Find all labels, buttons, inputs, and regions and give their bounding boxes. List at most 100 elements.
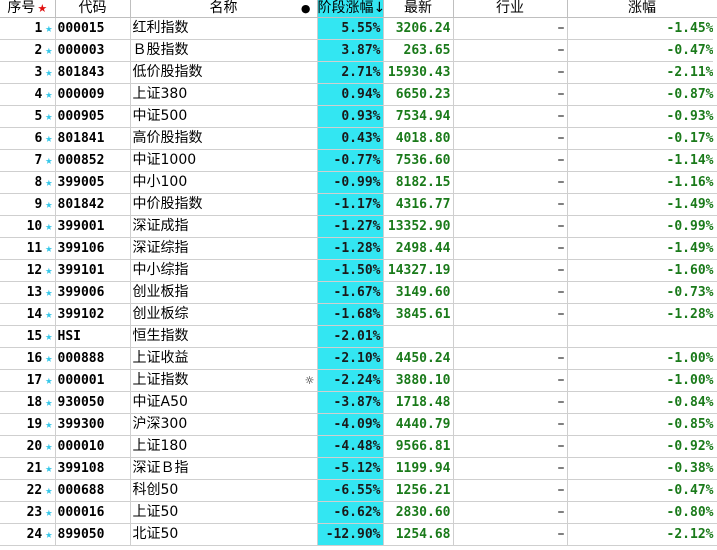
row-last-price (383, 325, 454, 348)
row-name-text: 上证50 (132, 504, 179, 520)
column-header-code[interactable]: 代码 (55, 0, 131, 18)
table-row[interactable]: 9 ★ 801842 中价股指数 -1.17% 4316.77– -1.49% (0, 193, 717, 216)
row-code: 000010 (55, 435, 131, 458)
column-header-period-change[interactable]: 阶段涨幅↓ (317, 0, 384, 18)
column-header-seq[interactable]: 序号 ★ (0, 0, 56, 18)
row-last-price: 13352.90 (383, 215, 454, 238)
star-icon[interactable]: ★ (45, 417, 52, 431)
row-name-text: 中证1000 (132, 152, 197, 168)
row-industry: – (453, 215, 568, 238)
column-header-industry[interactable]: 行业 (453, 0, 568, 18)
table-row[interactable]: 17 ★ 000001 上证指数 ☼ -2.24% 3880.10– -1.00% (0, 369, 717, 392)
row-change: -1.00% (567, 347, 717, 370)
star-icon[interactable]: ★ (45, 527, 52, 541)
table-row[interactable]: 23 ★ 000016 上证50 -6.62% 2830.60– -0.80% (0, 501, 717, 524)
table-row[interactable]: 24 ★ 899050 北证50 -12.90% 1254.68– -2.12% (0, 523, 717, 546)
row-period-change: -4.48% (317, 435, 384, 458)
star-icon[interactable]: ★ (45, 483, 52, 497)
row-change: -0.92% (567, 435, 717, 458)
row-seq-number: 6 (34, 131, 43, 146)
row-industry: – (453, 149, 568, 172)
table-row[interactable]: 7 ★ 000852 中证1000 -0.77% 7536.60– -1.14% (0, 149, 717, 172)
row-last-price: 3149.60 (383, 281, 454, 304)
star-icon[interactable]: ★ (45, 21, 52, 35)
row-period-change: -2.01% (317, 325, 384, 348)
star-icon[interactable]: ★ (45, 219, 52, 233)
star-icon[interactable]: ★ (45, 285, 52, 299)
table-row[interactable]: 14 ★ 399102 创业板综 -1.68% 3845.61– -1.28% (0, 303, 717, 326)
star-icon[interactable]: ★ (45, 395, 52, 409)
row-name-text: 北证50 (132, 526, 179, 542)
row-seq-number: 14 (26, 307, 43, 322)
scrollbar-edge[interactable] (713, 18, 717, 78)
star-icon[interactable]: ★ (45, 197, 52, 211)
star-icon[interactable]: ★ (45, 109, 52, 123)
row-seq: 24 ★ (0, 523, 56, 546)
table-row[interactable]: 18 ★ 930050 中证A50 -3.87% 1718.48– -0.84% (0, 391, 717, 414)
table-row[interactable]: 5 ★ 000905 中证500 0.93% 7534.94– -0.93% (0, 105, 717, 128)
table-row[interactable]: 10 ★ 399001 深证成指 -1.27% 13352.90– -0.99% (0, 215, 717, 238)
table-row[interactable]: 11 ★ 399106 深证综指 -1.28% 2498.44– -1.49% (0, 237, 717, 260)
table-row[interactable]: 8 ★ 399005 中小100 -0.99% 8182.15– -1.16% (0, 171, 717, 194)
star-icon[interactable]: ★ (45, 175, 52, 189)
row-industry: – (453, 391, 568, 414)
row-period-change: 0.93% (317, 105, 384, 128)
row-period-change: -3.87% (317, 391, 384, 414)
star-icon[interactable]: ★ (45, 263, 52, 277)
star-icon[interactable]: ★ (45, 351, 52, 365)
row-last-price: 7534.94 (383, 105, 454, 128)
row-period-change: -6.55% (317, 479, 384, 502)
row-industry: – (453, 39, 568, 62)
column-header-last[interactable]: 最新 (383, 0, 454, 18)
row-industry: – (453, 369, 568, 392)
row-last-price: 9566.81 (383, 435, 454, 458)
row-name: 红利指数 (130, 17, 318, 40)
star-icon[interactable]: ★ (45, 307, 52, 321)
table-row[interactable]: 22 ★ 000688 科创50 -6.55% 1256.21– -0.47% (0, 479, 717, 502)
row-industry: – (453, 479, 568, 502)
table-row[interactable]: 15 ★ HSI 恒生指数 -2.01% (0, 325, 717, 348)
star-icon[interactable]: ★ (45, 131, 52, 145)
row-period-change: 2.71% (317, 61, 384, 84)
table-row[interactable]: 1 ★ 000015 红利指数 5.55% 3206.24– -1.45% (0, 17, 717, 40)
row-code: 801843 (55, 61, 131, 84)
column-header-name[interactable]: 名称 ● (130, 0, 318, 18)
row-name-text: Ｂ股指数 (132, 42, 189, 58)
star-icon[interactable]: ★ (45, 373, 52, 387)
row-name-text: 深证Ｂ指 (132, 460, 189, 476)
table-row[interactable]: 4 ★ 000009 上证380 0.94% 6650.23– -0.87% (0, 83, 717, 106)
table-row[interactable]: 19 ★ 399300 沪深300 -4.09% 4440.79– -0.85% (0, 413, 717, 436)
row-period-change: 5.55% (317, 17, 384, 40)
star-icon[interactable]: ★ (45, 43, 52, 57)
table-row[interactable]: 13 ★ 399006 创业板指 -1.67% 3149.60– -0.73% (0, 281, 717, 304)
row-change: -1.49% (567, 237, 717, 260)
row-change (567, 325, 717, 348)
row-period-change: -1.17% (317, 193, 384, 216)
table-row[interactable]: 6 ★ 801841 高价股指数 0.43% 4018.80– -0.17% (0, 127, 717, 150)
row-seq-number: 15 (26, 329, 43, 344)
row-seq-number: 12 (26, 263, 43, 278)
table-row[interactable]: 2 ★ 000003 Ｂ股指数 3.87% 263.65– -0.47% (0, 39, 717, 62)
row-seq-number: 8 (34, 175, 43, 190)
star-icon[interactable]: ★ (45, 461, 52, 475)
star-icon[interactable]: ★ (45, 153, 52, 167)
table-row[interactable]: 20 ★ 000010 上证180 -4.48% 9566.81– -0.92% (0, 435, 717, 458)
star-icon[interactable]: ★ (45, 505, 52, 519)
table-row[interactable]: 16 ★ 000888 上证收益 -2.10% 4450.24– -1.00% (0, 347, 717, 370)
star-icon[interactable]: ★ (45, 329, 52, 343)
row-period-change: -2.24% (317, 369, 384, 392)
star-icon[interactable]: ★ (45, 87, 52, 101)
row-seq: 18 ★ (0, 391, 56, 414)
star-icon[interactable]: ★ (45, 65, 52, 79)
row-seq-number: 23 (26, 505, 43, 520)
star-icon[interactable]: ★ (45, 241, 52, 255)
table-row[interactable]: 12 ★ 399101 中小综指 -1.50% 14327.19– -1.60% (0, 259, 717, 282)
star-icon[interactable]: ★ (45, 439, 52, 453)
table-row[interactable]: 3 ★ 801843 低价股指数 2.71% 15930.43– -2.11% (0, 61, 717, 84)
row-name-text: 中证500 (132, 108, 188, 124)
column-header-change[interactable]: 涨幅 (567, 0, 717, 18)
row-period-change: 0.94% (317, 83, 384, 106)
table-row[interactable]: 21 ★ 399108 深证Ｂ指 -5.12% 1199.94– -0.38% (0, 457, 717, 480)
row-seq: 22 ★ (0, 479, 56, 502)
sun-icon: ☼ (304, 374, 315, 387)
